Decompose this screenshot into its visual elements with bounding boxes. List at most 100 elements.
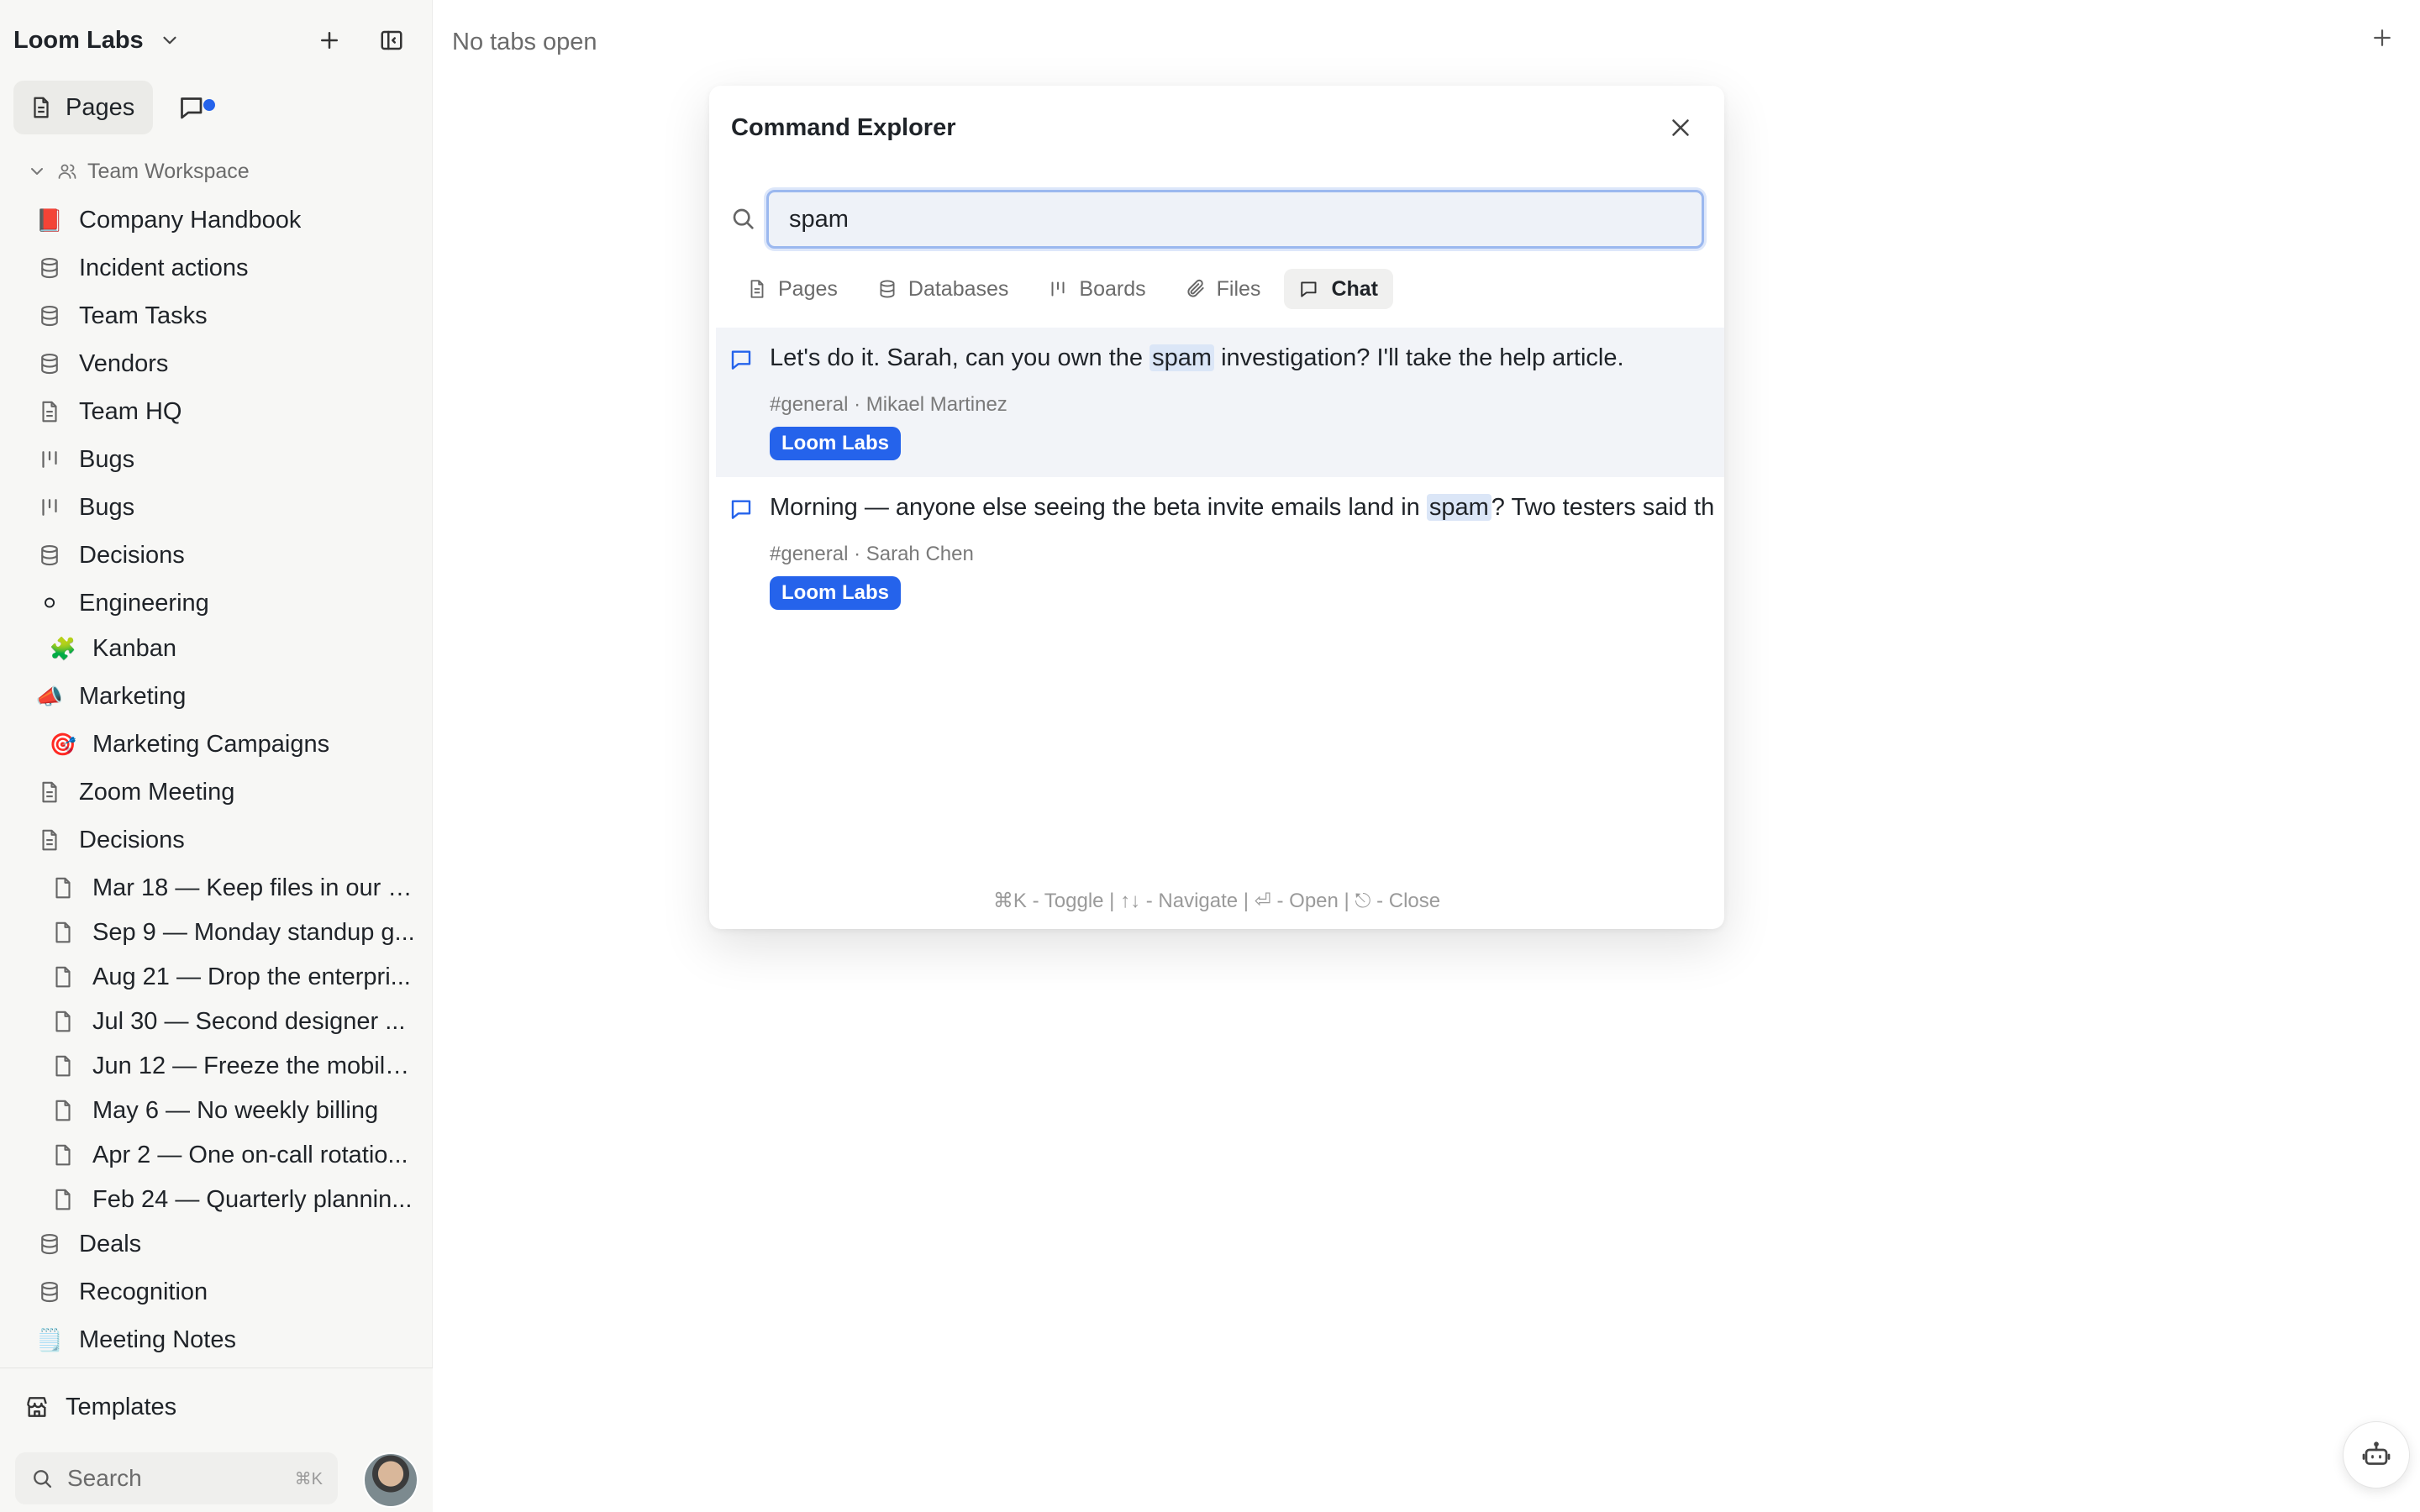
sidebar-item-label: Recognition <box>79 1278 208 1305</box>
close-icon <box>1672 119 1689 136</box>
sidebar-item-label: Zoom Meeting <box>79 778 235 806</box>
sidebar-item[interactable]: Jul 30 — Second designer ... <box>49 1000 418 1043</box>
sidebar-search-button[interactable]: Search ⌘K <box>15 1452 338 1504</box>
sidebar-item[interactable]: Mar 18 — Keep files in our o... <box>49 866 418 910</box>
sidebar-item[interactable]: Vendors <box>35 342 418 386</box>
sidebar-item-label: Mar 18 — Keep files in our o... <box>92 874 418 901</box>
sidebar-item[interactable]: Aug 21 — Drop the enterpri... <box>49 955 418 999</box>
database-icon <box>35 349 64 378</box>
filter-tab-pages[interactable]: Pages <box>731 269 853 309</box>
puzzle-icon: 🧩 <box>49 636 77 661</box>
sidebar-item-label: Decisions <box>79 826 185 853</box>
sidebar-mode-switch: Pages <box>13 81 218 134</box>
chat-tab[interactable] <box>168 82 218 133</box>
sidebar-item[interactable]: Bugs <box>35 486 418 529</box>
search-match-highlight: spam <box>1150 344 1215 371</box>
section-label: Team Workspace <box>87 159 250 183</box>
templates-button[interactable]: Templates <box>24 1387 176 1427</box>
page-blank-icon <box>49 1141 77 1169</box>
result-text-before: Morning — anyone else seeing the beta in… <box>770 494 1427 521</box>
assistant-button[interactable] <box>2343 1421 2410 1488</box>
close-button[interactable] <box>1662 109 1699 146</box>
filter-tab-files[interactable]: Files <box>1170 269 1276 309</box>
sidebar-item[interactable]: Feb 24 — Quarterly plannin... <box>49 1178 418 1221</box>
filter-tab-label: Databases <box>908 276 1009 301</box>
board-icon <box>35 493 64 522</box>
sidebar-item[interactable]: Incident actions <box>35 246 418 290</box>
database-icon <box>876 278 898 300</box>
sidebar-item[interactable]: Sep 9 — Monday standup g... <box>49 911 418 954</box>
filter-tab-label: Pages <box>778 276 838 301</box>
collapse-sidebar-button[interactable] <box>373 22 410 59</box>
target-icon: 🎯 <box>49 732 77 757</box>
sidebar-item[interactable]: Deals <box>35 1222 418 1266</box>
filter-tabs: Pages Databases Boards Files Chat <box>731 269 1393 309</box>
filter-tab-databases[interactable]: Databases <box>861 269 1024 309</box>
page-blank-icon <box>49 1052 77 1080</box>
pages-tab-label: Pages <box>66 93 135 121</box>
filter-tab-label: Files <box>1216 276 1261 301</box>
sidebar-item[interactable]: 📕 Company Handbook <box>35 198 418 242</box>
sidebar-item[interactable]: Team HQ <box>35 390 418 433</box>
page-icon <box>35 397 64 426</box>
workspace-name: Loom Labs <box>13 26 144 54</box>
plus-icon <box>2374 29 2391 46</box>
search-label: Search <box>67 1465 142 1491</box>
database-icon <box>35 1278 64 1306</box>
team-workspace-section[interactable]: Team Workspace <box>27 155 250 188</box>
book-icon: 📕 <box>35 207 64 233</box>
sidebar-item[interactable]: Bugs <box>35 438 418 481</box>
board-icon <box>35 445 64 474</box>
page-icon <box>34 97 49 118</box>
sidebar-item[interactable]: ⚪ Engineering <box>35 581 418 625</box>
sidebar-item[interactable]: Recognition <box>35 1270 418 1314</box>
chat-icon <box>729 346 760 376</box>
sidebar-item[interactable]: May 6 — No weekly billing <box>49 1089 418 1132</box>
sidebar-item-label: Deals <box>79 1230 142 1257</box>
search-icon <box>34 1470 52 1488</box>
sidebar: Loom Labs Pages Team Workspace 📕 Company … <box>0 0 433 1512</box>
sidebar-item[interactable]: Apr 2 — One on-call rotatio... <box>49 1133 418 1177</box>
workspace-badge: Loom Labs <box>770 576 902 610</box>
chat-icon <box>729 496 760 526</box>
command-search-input[interactable] <box>766 190 1704 249</box>
page-icon <box>35 826 64 854</box>
sidebar-item[interactable]: 🗒️ Meeting Notes <box>35 1318 418 1362</box>
command-explorer-dialog: Command Explorer Pages Databases Boards Fil… <box>709 86 1724 929</box>
filter-tab-chat[interactable]: Chat <box>1284 269 1393 309</box>
page-icon <box>35 778 64 806</box>
result-message: Let's do it. Sarah, can you own the spam… <box>770 344 1724 372</box>
page-blank-icon <box>49 1007 77 1036</box>
database-icon <box>35 254 64 282</box>
sidebar-item-label: Meeting Notes <box>79 1326 236 1353</box>
templates-label: Templates <box>66 1393 177 1420</box>
search-result[interactable]: Let's do it. Sarah, can you own the spam… <box>716 328 1724 477</box>
search-result[interactable]: Morning — anyone else seeing the beta in… <box>716 477 1724 627</box>
sidebar-item[interactable]: 📣 Marketing <box>35 675 418 718</box>
database-icon <box>35 541 64 570</box>
result-message: Morning — anyone else seeing the beta in… <box>770 494 1724 522</box>
workspace-switcher[interactable]: Loom Labs <box>13 20 181 60</box>
sidebar-item[interactable]: Team Tasks <box>35 294 418 338</box>
folder-emoji-icon: ⚪ <box>40 591 59 616</box>
plus-icon <box>321 32 338 49</box>
store-icon <box>27 1397 47 1417</box>
pages-tab[interactable]: Pages <box>13 81 154 134</box>
result-text-after: ? Two testers said th <box>1491 494 1715 521</box>
robot-icon <box>2362 1441 2391 1465</box>
sidebar-item[interactable]: 🎯 Marketing Campaigns <box>49 722 418 766</box>
sidebar-item[interactable]: Jun 12 — Freeze the mobile... <box>49 1044 418 1088</box>
result-meta: #general · Sarah Chen <box>770 543 974 565</box>
keyboard-hints: ⌘K - Toggle | ↑↓ - Navigate | ⏎ - Open |… <box>992 890 1441 912</box>
filter-tab-boards[interactable]: Boards <box>1032 269 1160 309</box>
sidebar-item[interactable]: Decisions <box>35 533 418 577</box>
new-page-button[interactable] <box>311 22 348 59</box>
chat-icon <box>1299 278 1321 300</box>
sidebar-item[interactable]: 🧩 Kanban <box>49 627 418 670</box>
search-match-highlight: spam <box>1426 494 1491 521</box>
sidebar-item[interactable]: Decisions <box>35 818 418 862</box>
avatar[interactable] <box>363 1452 418 1508</box>
sidebar-item[interactable]: Zoom Meeting <box>35 770 418 814</box>
sidebar-item-label: Team HQ <box>79 397 182 425</box>
new-tab-button[interactable] <box>2370 25 2403 59</box>
